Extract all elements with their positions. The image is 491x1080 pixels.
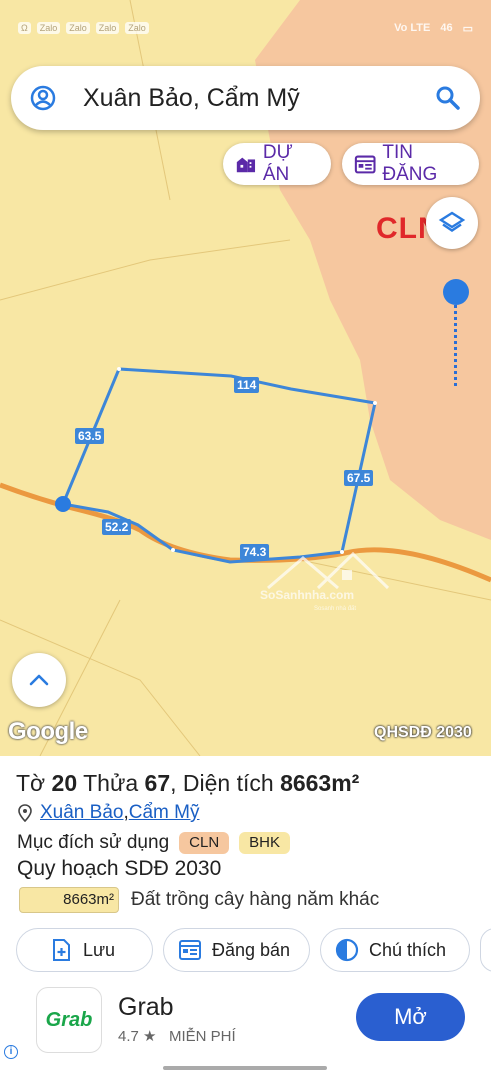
- zalo-icon: Zalo: [66, 22, 90, 34]
- legend-button[interactable]: Chú thích: [320, 928, 470, 972]
- location-dot: [55, 496, 71, 512]
- search-bar[interactable]: Xuân Bảo, Cẩm Mỹ: [11, 66, 480, 130]
- ad-info-icon[interactable]: i: [4, 1045, 18, 1059]
- plot-number: 67: [144, 770, 171, 796]
- land-use-purpose: Mục đích sử dụng CLN BHK: [17, 832, 290, 854]
- area-value: 8663m²: [280, 770, 360, 796]
- projects-chip[interactable]: DỰ ÁN: [223, 142, 331, 185]
- chevron-up-icon: [29, 674, 49, 686]
- notification-icons: Ω Zalo Zalo Zalo Zalo: [18, 22, 149, 34]
- parcel-info-panel: Tờ 20 Thửa 67, Diện tích 8663m² Xuân Bảo…: [0, 756, 491, 1080]
- battery-icon: ▭: [462, 22, 473, 35]
- google-logo: Google: [8, 718, 88, 745]
- purpose-tag-cln: CLN: [179, 832, 230, 854]
- more-actions-button[interactable]: [480, 928, 491, 972]
- layer-name-logo: QHSDĐ 2030: [374, 724, 472, 741]
- listing-icon: [354, 155, 376, 174]
- opacity-slider-track[interactable]: [454, 300, 458, 386]
- notification-icon: Ω: [18, 22, 31, 34]
- grab-app-logo[interactable]: Grab: [36, 987, 102, 1053]
- watermark-house-icon: [267, 551, 390, 590]
- search-query[interactable]: Xuân Bảo, Cẩm Mỹ: [83, 84, 434, 113]
- listings-chip-label: TIN ĐĂNG: [382, 142, 438, 185]
- expand-up-button[interactable]: [12, 653, 66, 707]
- account-pin-icon[interactable]: [29, 84, 57, 112]
- contrast-icon: [335, 938, 359, 962]
- watermark-text: SoSanhnha.com: [260, 588, 355, 602]
- sheet-number: 20: [51, 770, 78, 796]
- building-icon: [236, 157, 256, 173]
- sheet-prefix: Tờ: [16, 770, 46, 796]
- layers-icon: [438, 211, 466, 232]
- watermark: SoSanhnha.com Sosanh nhà đất: [258, 548, 398, 618]
- zalo-icon: Zalo: [36, 22, 61, 34]
- area-prefix: , Diện tích: [170, 770, 274, 796]
- edge-length-label: 114: [234, 377, 260, 393]
- open-app-button[interactable]: Mở: [356, 993, 465, 1041]
- post-button-label: Đăng bán: [212, 939, 291, 960]
- plan-label: Quy hoạch SDĐ 2030: [17, 857, 222, 880]
- watermark-subtext: Sosanh nhà đất: [314, 606, 357, 612]
- edge-length-label: 63.5: [75, 428, 105, 444]
- status-bar: Ω Zalo Zalo Zalo Zalo Vo LTE 46 ▭: [0, 0, 491, 56]
- post-for-sale-button[interactable]: Đăng bán: [163, 928, 310, 972]
- action-bar: Lưu Đăng bán Chú thích: [16, 928, 491, 972]
- legend-button-label: Chú thích: [369, 939, 447, 960]
- add-file-icon: [53, 939, 70, 961]
- district-link[interactable]: Cẩm Mỹ: [129, 802, 200, 824]
- plan-area-row: 8663m² Đất trồng cây hàng năm khác: [19, 887, 379, 913]
- location-pin-icon: [18, 804, 32, 822]
- plan-area-value: 8663m²: [19, 887, 119, 913]
- layers-button[interactable]: [426, 197, 478, 249]
- commune-link[interactable]: Xuân Bảo: [40, 802, 123, 824]
- zalo-icon: Zalo: [125, 22, 149, 34]
- listings-chip[interactable]: TIN ĐĂNG: [342, 142, 479, 185]
- map-view[interactable]: Ω Zalo Zalo Zalo Zalo Vo LTE 46 ▭ Xuân B…: [0, 0, 491, 756]
- parcel-address: Xuân Bảo, Cẩm Mỹ: [18, 802, 199, 824]
- ad-title: Grab: [118, 993, 174, 1021]
- ad-price: MIỄN PHÍ: [168, 1028, 236, 1045]
- projects-chip-label: DỰ ÁN: [262, 142, 293, 185]
- signal-icon: 46: [440, 22, 453, 34]
- home-indicator[interactable]: [163, 1066, 327, 1070]
- ad-subtitle: 4.7 ★ MIỄN PHÍ: [118, 1027, 236, 1045]
- edge-length-label: 52.2: [102, 519, 132, 535]
- save-button-label: Lưu: [83, 939, 116, 960]
- ad-rating: 4.7 ★: [118, 1028, 157, 1045]
- plot-prefix: Thửa: [83, 770, 139, 796]
- parcel-title: Tờ 20 Thửa 67, Diện tích 8663m²: [16, 770, 359, 797]
- zalo-icon: Zalo: [95, 22, 120, 34]
- listing-icon: [179, 940, 201, 960]
- save-button[interactable]: Lưu: [16, 928, 153, 972]
- search-icon[interactable]: [434, 84, 462, 112]
- purpose-tag-bhk: BHK: [239, 832, 290, 854]
- edge-length-label: 67.5: [344, 470, 374, 486]
- system-icons: Vo LTE 46 ▭: [394, 22, 473, 35]
- network-icon: Vo LTE: [394, 22, 431, 34]
- purpose-label: Mục đích sử dụng: [17, 832, 170, 853]
- plan-area-description: Đất trồng cây hàng năm khác: [131, 889, 380, 910]
- opacity-slider-knob[interactable]: [443, 279, 469, 305]
- ad-banner[interactable]: i Grab Grab 4.7 ★ MIỄN PHÍ Mở: [0, 985, 491, 1067]
